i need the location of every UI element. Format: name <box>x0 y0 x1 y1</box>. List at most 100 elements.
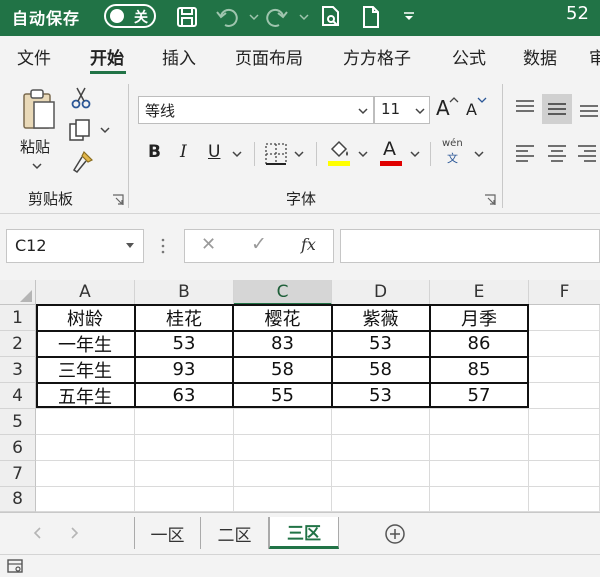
align-left-icon[interactable] <box>514 142 536 164</box>
cell-f2[interactable] <box>529 331 600 357</box>
cell-e5[interactable] <box>430 409 529 435</box>
row-header-2[interactable]: 2 <box>0 331 36 357</box>
scroll-sheets-left-icon[interactable] <box>32 526 42 540</box>
phonetic-dropdown-icon[interactable] <box>474 150 484 158</box>
add-sheet-icon[interactable] <box>384 523 406 545</box>
font-size-dropdown-icon[interactable] <box>415 107 425 115</box>
align-center-icon[interactable] <box>546 142 568 164</box>
cell-d7[interactable] <box>332 461 430 487</box>
cell-c7[interactable] <box>234 461 332 487</box>
clipboard-launcher-icon[interactable] <box>112 194 124 206</box>
cell-f6[interactable] <box>529 435 600 461</box>
column-header-e[interactable]: E <box>430 280 529 305</box>
cell-d3[interactable]: 58 <box>332 357 430 383</box>
cell-b3[interactable]: 93 <box>135 357 234 383</box>
format-painter-button[interactable] <box>70 150 94 174</box>
row-header-1[interactable]: 1 <box>0 305 36 331</box>
font-color-button[interactable]: A <box>380 138 404 168</box>
cell-b2[interactable]: 53 <box>135 331 234 357</box>
tab-data[interactable]: 数据 <box>523 44 557 69</box>
cell-e2[interactable]: 86 <box>430 331 529 357</box>
cell-a7[interactable] <box>36 461 135 487</box>
row-header-5[interactable]: 5 <box>0 409 36 435</box>
align-top-icon[interactable] <box>514 98 536 118</box>
row-header-8[interactable]: 8 <box>0 487 36 512</box>
customize-toolbar-icon[interactable] <box>396 4 422 30</box>
cell-e8[interactable] <box>430 487 529 512</box>
sheet-tab-1[interactable]: 一区 <box>135 517 201 549</box>
cell-d6[interactable] <box>332 435 430 461</box>
tab-fangfang-gezi[interactable]: 方方格子 <box>343 44 411 69</box>
cell-e1[interactable]: 月季 <box>430 305 529 331</box>
align-right-icon[interactable] <box>576 142 598 164</box>
cell-f1[interactable] <box>529 305 600 331</box>
cell-c8[interactable] <box>234 487 332 512</box>
formula-input[interactable] <box>340 229 600 263</box>
cell-b8[interactable] <box>135 487 234 512</box>
cell-c2[interactable]: 83 <box>234 331 332 357</box>
cell-c5[interactable] <box>234 409 332 435</box>
column-header-a[interactable]: A <box>36 280 135 305</box>
cell-f4[interactable] <box>529 383 600 409</box>
cell-d4[interactable]: 53 <box>332 383 430 409</box>
new-document-icon[interactable] <box>358 4 384 30</box>
font-launcher-icon[interactable] <box>484 194 496 206</box>
row-header-6[interactable]: 6 <box>0 435 36 461</box>
cell-d8[interactable] <box>332 487 430 512</box>
borders-icon[interactable] <box>264 142 288 166</box>
cell-e4[interactable]: 57 <box>430 383 529 409</box>
confirm-entry-button[interactable]: ✓ <box>251 233 267 255</box>
column-header-f[interactable]: F <box>529 280 600 305</box>
cell-a6[interactable] <box>36 435 135 461</box>
phonetic-guide-button[interactable]: wén 文 <box>442 138 468 168</box>
shrink-font-button[interactable]: A <box>466 94 490 124</box>
grow-font-button[interactable]: A <box>436 94 460 124</box>
cell-e7[interactable] <box>430 461 529 487</box>
row-header-7[interactable]: 7 <box>0 461 36 487</box>
tab-page-layout[interactable]: 页面布局 <box>235 44 303 69</box>
borders-dropdown-icon[interactable] <box>294 150 304 158</box>
cell-c6[interactable] <box>234 435 332 461</box>
cell-a8[interactable] <box>36 487 135 512</box>
cell-c3[interactable]: 58 <box>234 357 332 383</box>
column-header-c[interactable]: C <box>234 280 332 305</box>
cut-button[interactable] <box>70 86 92 110</box>
autosave-toggle[interactable]: 关 <box>104 4 156 28</box>
italic-button[interactable]: I <box>180 142 187 162</box>
tab-review[interactable]: 审 <box>589 44 600 69</box>
sheet-tab-2[interactable]: 二区 <box>201 517 269 549</box>
formula-bar-grip-icon[interactable] <box>160 236 166 256</box>
bold-button[interactable]: B <box>148 142 161 162</box>
underline-dropdown-icon[interactable] <box>232 150 242 158</box>
cell-c1[interactable]: 樱花 <box>234 305 332 331</box>
undo-icon[interactable] <box>214 4 240 30</box>
cell-e3[interactable]: 85 <box>430 357 529 383</box>
cell-d2[interactable]: 53 <box>332 331 430 357</box>
sheet-tab-3[interactable]: 三区 <box>269 517 339 549</box>
cell-b6[interactable] <box>135 435 234 461</box>
paste-button[interactable]: 粘贴 <box>16 86 62 176</box>
tab-file[interactable]: 文件 <box>17 44 51 69</box>
name-box-dropdown-icon[interactable] <box>125 242 135 250</box>
cell-a3[interactable]: 三年生 <box>36 357 135 383</box>
cell-f3[interactable] <box>529 357 600 383</box>
cancel-entry-button[interactable]: ✕ <box>201 234 216 255</box>
cell-b7[interactable] <box>135 461 234 487</box>
copy-button[interactable] <box>68 118 114 142</box>
tab-formulas[interactable]: 公式 <box>452 44 486 69</box>
tab-home[interactable]: 开始 <box>90 44 124 69</box>
underline-button[interactable]: U <box>208 142 220 162</box>
tab-insert[interactable]: 插入 <box>162 44 196 69</box>
cell-a2[interactable]: 一年生 <box>36 331 135 357</box>
font-size-box[interactable]: 11 <box>374 96 430 124</box>
align-middle-button[interactable] <box>542 94 572 124</box>
cell-f8[interactable] <box>529 487 600 512</box>
font-name-box[interactable]: 等线 <box>138 96 374 124</box>
cell-d1[interactable]: 紫薇 <box>332 305 430 331</box>
column-header-b[interactable]: B <box>135 280 234 305</box>
font-color-dropdown-icon[interactable] <box>410 150 420 158</box>
redo-icon[interactable] <box>264 4 290 30</box>
print-preview-icon[interactable] <box>318 4 344 30</box>
cell-a4[interactable]: 五年生 <box>36 383 135 409</box>
cell-b1[interactable]: 桂花 <box>135 305 234 331</box>
